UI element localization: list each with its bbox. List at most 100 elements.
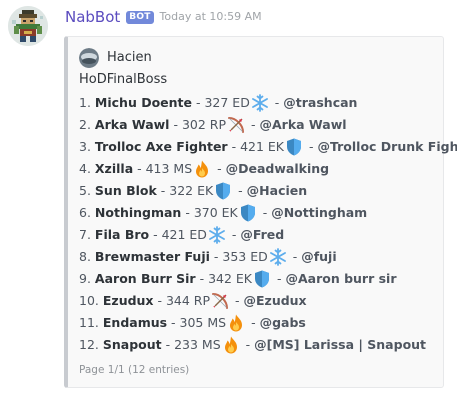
bow-and-arrow-icon bbox=[226, 115, 246, 135]
separator: - bbox=[241, 337, 255, 352]
entry-name: Aaron Burr Sir bbox=[94, 271, 196, 286]
separator: - bbox=[133, 161, 146, 176]
list-item: 6. Nothingman - 370 EK - @Nottingham bbox=[79, 202, 457, 224]
fire-icon bbox=[221, 335, 241, 355]
user-mention[interactable]: @Fred bbox=[240, 224, 284, 246]
separator: - bbox=[227, 139, 241, 154]
entry-score: 353 ED bbox=[222, 249, 268, 264]
entry-index: 5. bbox=[79, 183, 91, 198]
pixel-character-icon bbox=[8, 6, 48, 46]
user-mention[interactable]: @Aaron burr sir bbox=[285, 268, 396, 290]
separator: - bbox=[247, 315, 260, 330]
list-item: 10. Ezudux - 344 RP - @Ezudux bbox=[79, 290, 457, 312]
entry-score: 344 RP bbox=[165, 293, 211, 308]
entry-name: Michu Doente bbox=[94, 95, 192, 110]
entry-name: Snapout bbox=[102, 337, 162, 352]
separator: - bbox=[258, 205, 272, 220]
separator: - bbox=[192, 95, 205, 110]
author-avatar-icon bbox=[79, 48, 99, 68]
separator: - bbox=[227, 227, 241, 242]
user-mention[interactable]: @fuji bbox=[301, 246, 336, 268]
chat-message: NabBot BOT Today at 10:59 AM Hacien HoDF… bbox=[0, 0, 457, 400]
embed-title: HoDFinalBoss bbox=[79, 72, 168, 87]
list-item: 8. Brewmaster Fuji - 353 ED - @fuji bbox=[79, 246, 457, 268]
entry-index: 12. bbox=[79, 337, 99, 352]
user-mention[interactable]: @gabs bbox=[260, 312, 306, 334]
list-item: 1. Michu Doente - 327 ED - @trashcan bbox=[79, 92, 457, 114]
list-item: 11. Endamus - 305 MS - @gabs bbox=[79, 312, 457, 334]
entry-score: 233 MS bbox=[174, 337, 221, 352]
separator: - bbox=[167, 315, 180, 330]
entry-score: 305 MS bbox=[179, 315, 227, 330]
entry-name: Ezudux bbox=[102, 293, 154, 308]
user-mention[interactable]: @[MS] Larissa | Snapout bbox=[254, 334, 426, 356]
username[interactable]: NabBot bbox=[65, 7, 120, 27]
entry-name: Xzilla bbox=[94, 161, 134, 176]
entry-index: 7. bbox=[79, 227, 91, 242]
entry-index: 9. bbox=[79, 271, 91, 286]
entry-index: 2. bbox=[79, 117, 91, 132]
entry-score: 370 EK bbox=[193, 205, 238, 220]
entry-index: 11. bbox=[79, 315, 99, 330]
entry-score: 327 ED bbox=[204, 95, 250, 110]
embed-card: Hacien HoDFinalBoss 1. Michu Doente - 32… bbox=[64, 36, 457, 388]
message-timestamp: Today at 10:59 AM bbox=[159, 10, 262, 23]
entry-name: Sun Blok bbox=[94, 183, 157, 198]
separator: - bbox=[270, 95, 284, 110]
user-mention[interactable]: @Hacien bbox=[247, 180, 307, 202]
embed-footer: Page 1/1 (12 entries) bbox=[79, 364, 190, 376]
entry-index: 6. bbox=[79, 205, 91, 220]
separator: - bbox=[169, 117, 182, 132]
entry-score: 421 EK bbox=[240, 139, 285, 154]
user-mention[interactable]: @Ezudux bbox=[244, 290, 307, 312]
bow-and-arrow-icon bbox=[210, 291, 230, 311]
separator: - bbox=[247, 117, 260, 132]
entry-name: Arka Wawl bbox=[94, 117, 170, 132]
shield-icon bbox=[238, 203, 258, 223]
separator: - bbox=[273, 271, 286, 286]
entry-index: 8. bbox=[79, 249, 91, 264]
entry-index: 10. bbox=[79, 293, 99, 308]
list-item: 5. Sun Blok - 322 EK - @Hacien bbox=[79, 180, 457, 202]
user-mention[interactable]: @Deadwalking bbox=[226, 158, 329, 180]
entry-score: 413 MS bbox=[145, 161, 193, 176]
message-header: NabBot BOT Today at 10:59 AM bbox=[65, 7, 262, 27]
separator: - bbox=[288, 249, 302, 264]
bot-tag: BOT bbox=[126, 10, 154, 24]
user-mention[interactable]: @Arka Wawl bbox=[259, 114, 346, 136]
separator: - bbox=[305, 139, 318, 154]
entry-score: 322 EK bbox=[169, 183, 214, 198]
entry-name: Fila Bro bbox=[94, 227, 150, 242]
user-mention[interactable]: @Trolloc Drunk Fighter bbox=[317, 136, 457, 158]
entry-list: 1. Michu Doente - 327 ED - @trashcan 2. A… bbox=[79, 92, 457, 356]
separator: - bbox=[231, 293, 244, 308]
list-item: 12. Snapout - 233 MS - @[MS] Larissa | S… bbox=[79, 334, 457, 356]
user-mention[interactable]: @trashcan bbox=[283, 92, 357, 114]
bot-avatar[interactable] bbox=[8, 6, 48, 46]
separator: - bbox=[209, 249, 223, 264]
separator: - bbox=[213, 161, 226, 176]
list-item: 2. Arka Wawl - 302 RP - @Arka Wawl bbox=[79, 114, 457, 136]
fire-icon bbox=[192, 159, 212, 179]
separator: - bbox=[234, 183, 247, 198]
snowflake-icon bbox=[250, 93, 270, 113]
separator: - bbox=[153, 293, 166, 308]
entry-name: Brewmaster Fuji bbox=[94, 249, 210, 264]
entry-score: 342 EK bbox=[208, 271, 252, 286]
embed-author-name: Hacien bbox=[107, 50, 152, 65]
shield-icon bbox=[213, 181, 233, 201]
shield-icon bbox=[252, 269, 272, 289]
fire-icon bbox=[226, 313, 246, 333]
list-item: 7. Fila Bro - 421 ED - @Fred bbox=[79, 224, 457, 246]
entry-score: 302 RP bbox=[181, 117, 227, 132]
entry-index: 1. bbox=[79, 95, 91, 110]
entry-name: Endamus bbox=[102, 315, 168, 330]
embed-author: Hacien bbox=[79, 48, 152, 68]
user-mention[interactable]: @Nottingham bbox=[271, 202, 367, 224]
separator: - bbox=[156, 183, 170, 198]
entry-index: 4. bbox=[79, 161, 91, 176]
snowflake-icon bbox=[268, 247, 288, 267]
entry-name: Nothingman bbox=[94, 205, 182, 220]
separator: - bbox=[149, 227, 162, 242]
separator: - bbox=[195, 271, 209, 286]
